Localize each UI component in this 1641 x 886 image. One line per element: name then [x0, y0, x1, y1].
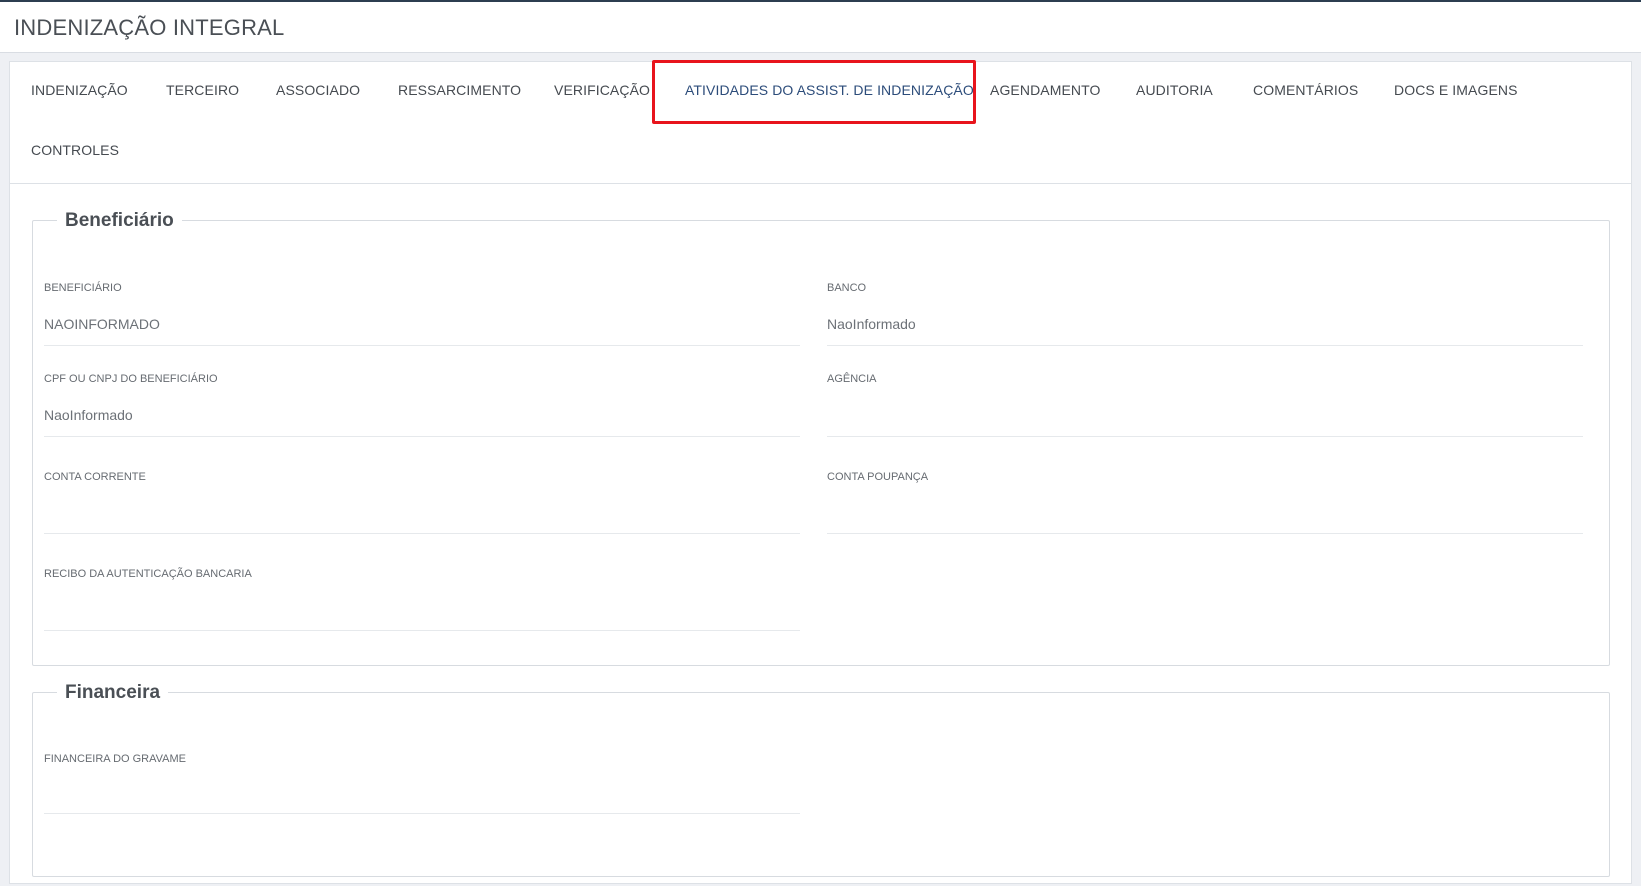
field-label: CONTA CORRENTE — [44, 471, 146, 483]
top-header-bar: INDENIZAÇÃO INTEGRAL — [0, 0, 1641, 53]
field-value: NaoInformado — [44, 407, 133, 423]
beneficiario-field[interactable]: BENEFICIÁRIO NAOINFORMADO — [44, 282, 800, 346]
field-label: CPF OU CNPJ DO BENEFICIÁRIO — [44, 373, 218, 385]
field-value: NaoInformado — [827, 316, 916, 332]
field-underline — [827, 345, 1583, 346]
tab-verificacao[interactable]: VERIFICAÇÃO — [554, 82, 650, 98]
tab-bar: INDENIZAÇÃO TERCEIRO ASSOCIADO RESSARCIM… — [10, 60, 1631, 184]
field-underline — [44, 813, 800, 814]
field-label: BANCO — [827, 282, 867, 294]
cpf-cnpj-field[interactable]: CPF OU CNPJ DO BENEFICIÁRIO NaoInformado — [44, 373, 800, 437]
financeira-legend: Financeira — [57, 682, 169, 704]
field-underline — [827, 436, 1583, 437]
field-underline — [44, 533, 800, 534]
tab-ressarcimento[interactable]: RESSARCIMENTO — [398, 82, 521, 98]
field-value: NAOINFORMADO — [44, 316, 160, 332]
tab-agendamento[interactable]: AGENDAMENTO — [990, 82, 1101, 98]
tab-terceiro[interactable]: TERCEIRO — [166, 82, 239, 98]
conta-corrente-field[interactable]: CONTA CORRENTE — [44, 471, 800, 535]
beneficiario-legend: Beneficiário — [57, 210, 182, 232]
tab-atividades-assist-indenizacao[interactable]: ATIVIDADES DO ASSIST. DE INDENIZAÇÃO — [685, 82, 974, 98]
field-label: BENEFICIÁRIO — [44, 282, 122, 294]
tab-controles[interactable]: CONTROLES — [31, 142, 119, 158]
financeira-group: Financeira FINANCEIRA DO GRAVAME — [32, 682, 1610, 877]
field-underline — [44, 630, 800, 631]
field-label: CONTA POUPANÇA — [827, 471, 929, 483]
conta-poupanca-field[interactable]: CONTA POUPANÇA — [827, 471, 1583, 535]
tab-associado[interactable]: ASSOCIADO — [276, 82, 360, 98]
tab-auditoria[interactable]: AUDITORIA — [1136, 82, 1213, 98]
field-label: AGÊNCIA — [827, 373, 877, 385]
field-underline — [827, 533, 1583, 534]
main-card: INDENIZAÇÃO TERCEIRO ASSOCIADO RESSARCIM… — [9, 60, 1632, 884]
tab-docs-e-imagens[interactable]: DOCS E IMAGENS — [1394, 82, 1518, 98]
financeira-gravame-field[interactable]: FINANCEIRA DO GRAVAME — [44, 753, 800, 817]
field-label: RECIBO DA AUTENTICAÇÃO BANCARIA — [44, 568, 252, 580]
beneficiario-group: Beneficiário BENEFICIÁRIO NAOINFORMADO B… — [32, 210, 1610, 666]
field-label: FINANCEIRA DO GRAVAME — [44, 753, 187, 765]
recibo-autenticacao-field[interactable]: RECIBO DA AUTENTICAÇÃO BANCARIA — [44, 568, 800, 632]
page-title: INDENIZAÇÃO INTEGRAL — [14, 15, 285, 40]
agencia-field[interactable]: AGÊNCIA — [827, 373, 1583, 437]
tab-comentarios[interactable]: COMENTÁRIOS — [1253, 82, 1358, 98]
field-underline — [44, 436, 800, 437]
field-underline — [44, 345, 800, 346]
banco-field[interactable]: BANCO NaoInformado — [827, 282, 1583, 346]
tab-indenizacao[interactable]: INDENIZAÇÃO — [31, 82, 128, 98]
